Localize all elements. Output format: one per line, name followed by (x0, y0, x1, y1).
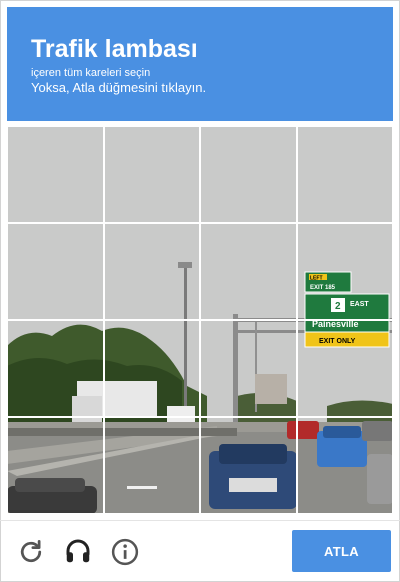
grid-tile-r3-c4[interactable] (296, 320, 393, 417)
headphones-icon[interactable] (63, 536, 93, 566)
image-grid: LEFT EXIT 185 2 EAST Painesville EXIT ON… (7, 126, 393, 514)
grid-tile-r2-c4[interactable] (296, 223, 393, 320)
tile-grid (7, 126, 393, 514)
grid-tile-r3-c2[interactable] (103, 320, 200, 417)
grid-tile-r4-c2[interactable] (103, 417, 200, 514)
challenge-skip-hint: Yoksa, Atla düğmesini tıklayın. (31, 80, 207, 95)
grid-tile-r1-c2[interactable] (103, 126, 200, 223)
grid-tile-r1-c3[interactable] (200, 126, 297, 223)
challenge-instruction: içeren tüm kareleri seçin (31, 67, 151, 79)
grid-tile-r4-c4[interactable] (296, 417, 393, 514)
grid-tile-r2-c1[interactable] (7, 223, 104, 320)
grid-tile-r4-c1[interactable] (7, 417, 104, 514)
info-icon[interactable] (110, 537, 140, 567)
challenge-title: Trafik lambası (31, 35, 198, 63)
grid-tile-r1-c1[interactable] (7, 126, 104, 223)
grid-tile-r3-c1[interactable] (7, 320, 104, 417)
skip-button[interactable]: ATLA (292, 530, 391, 572)
grid-tile-r4-c3[interactable] (200, 417, 297, 514)
grid-tile-r2-c3[interactable] (200, 223, 297, 320)
challenge-header: Trafik lambası içeren tüm kareleri seçin… (7, 7, 393, 121)
grid-tile-r1-c4[interactable] (296, 126, 393, 223)
grid-tile-r3-c3[interactable] (200, 320, 297, 417)
reload-icon[interactable] (16, 537, 46, 567)
grid-tile-r2-c2[interactable] (103, 223, 200, 320)
footer-divider (0, 520, 400, 521)
